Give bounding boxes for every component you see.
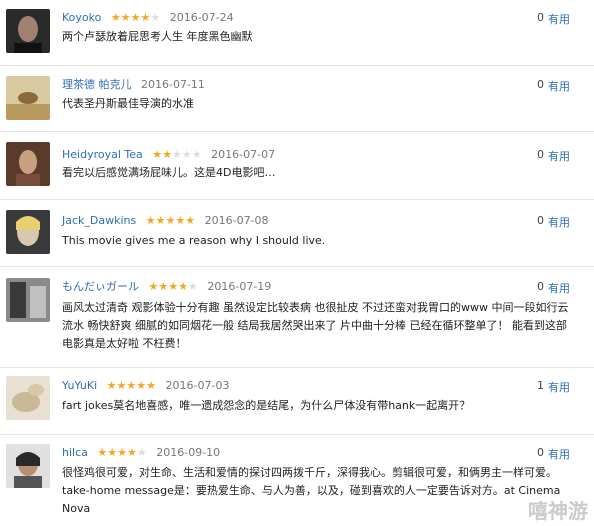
user-avatar[interactable] <box>6 376 50 420</box>
useful-button[interactable]: 有用 <box>548 446 570 462</box>
rating-stars: ★★★★★ <box>149 280 198 293</box>
username-link[interactable]: YuYuKi <box>62 379 97 392</box>
star-filled-icon: ★ <box>106 379 117 392</box>
divider <box>0 65 594 66</box>
divider <box>0 434 594 435</box>
comment-meta: YuYuKi ★★★★★ 2016-07-03 <box>62 379 229 393</box>
username-link[interactable]: Jack_Dawkins <box>62 214 136 227</box>
divider <box>0 199 594 200</box>
useful-count: 0 <box>537 446 544 459</box>
comment-text: 看完以后感觉满场屁味儿。这是4D电影吧… <box>62 166 276 179</box>
user-avatar[interactable] <box>6 210 50 254</box>
useful-button[interactable]: 有用 <box>548 11 570 27</box>
comment-meta: Koyoko ★★★★★ 2016-07-24 <box>62 11 234 25</box>
star-filled-icon: ★ <box>145 214 156 227</box>
star-filled-icon: ★ <box>158 280 169 293</box>
user-avatar[interactable] <box>6 278 50 322</box>
star-filled-icon: ★ <box>146 379 157 392</box>
comment-date: 2016-09-10 <box>156 446 221 459</box>
star-filled-icon: ★ <box>165 214 176 227</box>
star-filled-icon: ★ <box>117 446 127 459</box>
rating-stars: ★★★★★ <box>111 11 160 24</box>
comment-date: 2016-07-07 <box>211 148 276 161</box>
star-filled-icon: ★ <box>127 446 137 459</box>
divider <box>0 367 594 368</box>
star-empty-icon: ★ <box>136 446 147 459</box>
user-avatar[interactable] <box>6 444 50 488</box>
useful-button[interactable]: 有用 <box>548 379 570 395</box>
comment-date: 2016-07-24 <box>169 11 234 24</box>
divider <box>0 131 594 132</box>
comment-meta: Heidyroyal Tea ★★★★★ 2016-07-07 <box>62 148 275 162</box>
username-link[interactable]: 理茶德 帕克儿 <box>62 78 132 91</box>
useful-count: 0 <box>537 78 544 91</box>
user-avatar[interactable] <box>6 76 50 120</box>
useful-button[interactable]: 有用 <box>548 280 570 296</box>
star-filled-icon: ★ <box>116 379 127 392</box>
star-filled-icon: ★ <box>136 379 147 392</box>
comment-text: 很怪鸡很可爱，对生命、生活和爱情的探讨四两拨千斤，深得我心。剪辑很可爱，和俩男主… <box>62 466 561 515</box>
star-filled-icon: ★ <box>152 148 163 161</box>
star-filled-icon: ★ <box>178 280 188 293</box>
comment-date: 2016-07-19 <box>207 280 272 293</box>
username-link[interactable]: もんだぃガール <box>62 280 139 293</box>
useful-button[interactable]: 有用 <box>548 78 570 94</box>
username-link[interactable]: Koyoko <box>62 11 101 24</box>
star-filled-icon: ★ <box>148 280 159 293</box>
username-link[interactable]: Heidyroyal Tea <box>62 148 143 161</box>
useful-count: 0 <box>537 280 544 293</box>
comment-item: Jack_Dawkins ★★★★★ 2016-07-08 This movie… <box>0 206 594 258</box>
star-filled-icon: ★ <box>155 214 166 227</box>
comment-item: Heidyroyal Tea ★★★★★ 2016-07-07 看完以后感觉满场… <box>0 138 594 190</box>
star-filled-icon: ★ <box>130 11 141 24</box>
rating-stars: ★★★★★ <box>97 446 146 459</box>
star-empty-icon: ★ <box>188 280 198 293</box>
comment-date: 2016-07-11 <box>141 78 205 91</box>
useful-button[interactable]: 有用 <box>548 148 570 164</box>
user-avatar[interactable] <box>6 9 50 53</box>
useful-count: 0 <box>537 11 544 24</box>
comment-item: Koyoko ★★★★★ 2016-07-24 两个卢瑟放着屁思考人生 年度黑色… <box>0 6 594 58</box>
star-filled-icon: ★ <box>140 11 151 24</box>
username-link[interactable]: hilca <box>62 446 88 459</box>
watermark-logo: 嘻神游 <box>528 499 588 523</box>
comment-item: 理茶德 帕克儿 2016-07-11 代表圣丹斯最佳导演的水准 0 有用 <box>0 72 594 124</box>
comment-item: hilca ★★★★★ 2016-09-10 很怪鸡很可爱，对生命、生活和爱情的… <box>0 440 594 526</box>
comment-meta: 理茶德 帕克儿 2016-07-11 <box>62 78 205 92</box>
rating-stars: ★★★★★ <box>152 148 201 161</box>
useful-count: 0 <box>537 148 544 161</box>
useful-button[interactable]: 有用 <box>548 214 570 230</box>
star-empty-icon: ★ <box>172 148 182 161</box>
star-filled-icon: ★ <box>126 379 137 392</box>
star-filled-icon: ★ <box>97 446 108 459</box>
comment-text: 代表圣丹斯最佳导演的水准 <box>62 97 194 110</box>
user-avatar[interactable] <box>6 142 50 186</box>
comment-meta: もんだぃガール ★★★★★ 2016-07-19 <box>62 280 271 294</box>
comment-text: This movie gives me a reason why I shoul… <box>62 234 326 247</box>
comment-meta: Jack_Dawkins ★★★★★ 2016-07-08 <box>62 214 269 228</box>
star-empty-icon: ★ <box>150 11 161 24</box>
rating-stars: ★★★★★ <box>107 379 156 392</box>
useful-count: 0 <box>537 214 544 227</box>
comment-item: YuYuKi ★★★★★ 2016-07-03 fart jokes莫名地喜感，… <box>0 372 594 428</box>
star-filled-icon: ★ <box>168 280 179 293</box>
useful-count: 1 <box>537 379 544 392</box>
comment-date: 2016-07-08 <box>204 214 269 227</box>
star-filled-icon: ★ <box>107 446 118 459</box>
star-filled-icon: ★ <box>175 214 186 227</box>
comment-date: 2016-07-03 <box>165 379 230 392</box>
rating-stars: ★★★★★ <box>146 214 195 227</box>
star-filled-icon: ★ <box>120 11 131 24</box>
divider <box>0 266 594 267</box>
star-filled-icon: ★ <box>110 11 121 24</box>
star-filled-icon: ★ <box>185 214 196 227</box>
comment-text: 画风太过清奇 观影体验十分有趣 虽然设定比较表病 也很扯皮 不过还蛮对我胃口的w… <box>62 301 569 350</box>
comment-meta: hilca ★★★★★ 2016-09-10 <box>62 446 220 460</box>
comment-text: 两个卢瑟放着屁思考人生 年度黑色幽默 <box>62 30 253 43</box>
comment-text: fart jokes莫名地喜感，唯一遗成怨念的是结尾，为什么尸体没有带hank一… <box>62 399 471 412</box>
star-empty-icon: ★ <box>181 148 192 161</box>
comment-item: もんだぃガール ★★★★★ 2016-07-19 画风太过清奇 观影体验十分有趣… <box>0 272 594 362</box>
star-empty-icon: ★ <box>191 148 202 161</box>
star-filled-icon: ★ <box>162 148 173 161</box>
